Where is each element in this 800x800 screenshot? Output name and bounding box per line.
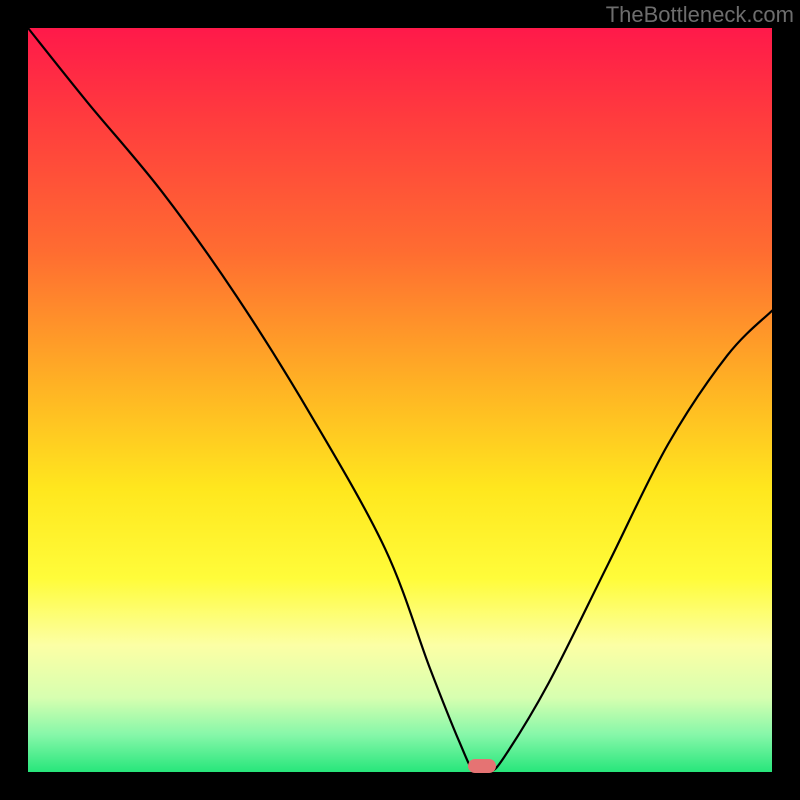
optimal-marker — [468, 759, 496, 773]
chart-container: TheBottleneck.com — [0, 0, 800, 800]
watermark-text: TheBottleneck.com — [606, 2, 794, 28]
bottleneck-curve — [28, 28, 772, 772]
plot-area — [28, 28, 772, 772]
